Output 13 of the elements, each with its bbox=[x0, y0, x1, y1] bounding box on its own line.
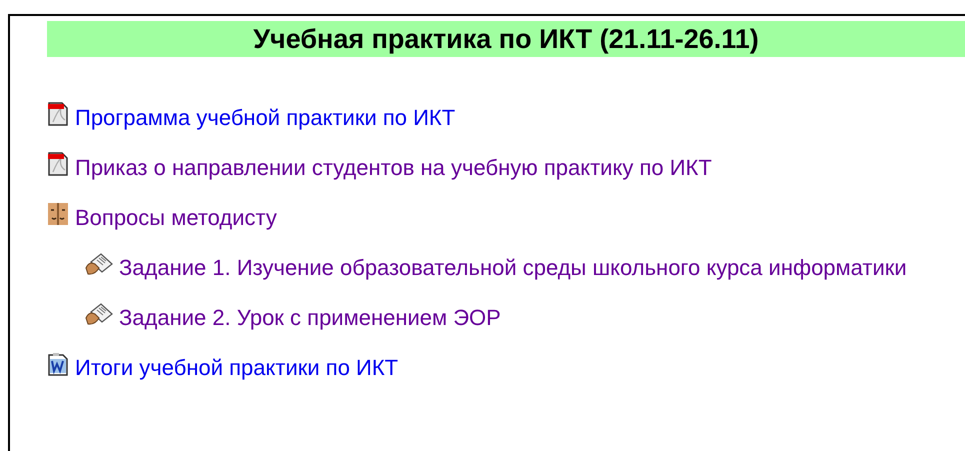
pdf-file-icon bbox=[47, 152, 69, 176]
resource-link[interactable]: Программа учебной практики по ИКТ bbox=[75, 99, 456, 137]
resource-link[interactable]: Задание 1. Изучение образовательной среды школьного курса информатики bbox=[119, 249, 907, 287]
resource-link[interactable]: Итоги учебной практики по ИКТ bbox=[75, 349, 398, 387]
word-document-icon bbox=[47, 352, 69, 376]
resource-link[interactable]: Вопросы методисту bbox=[75, 199, 277, 237]
section-title: Учебная практика по ИКТ (21.11-26.11) bbox=[253, 22, 759, 56]
two-faces-icon bbox=[47, 202, 69, 226]
hand-paper-icon bbox=[85, 302, 113, 326]
pdf-file-icon bbox=[47, 102, 69, 126]
hand-paper-icon bbox=[85, 252, 113, 276]
resource-link[interactable]: Задание 2. Урок с применением ЭОР bbox=[119, 299, 501, 337]
resource-link[interactable]: Приказ о направлении студентов на учебную практику по ИКТ bbox=[75, 149, 712, 187]
